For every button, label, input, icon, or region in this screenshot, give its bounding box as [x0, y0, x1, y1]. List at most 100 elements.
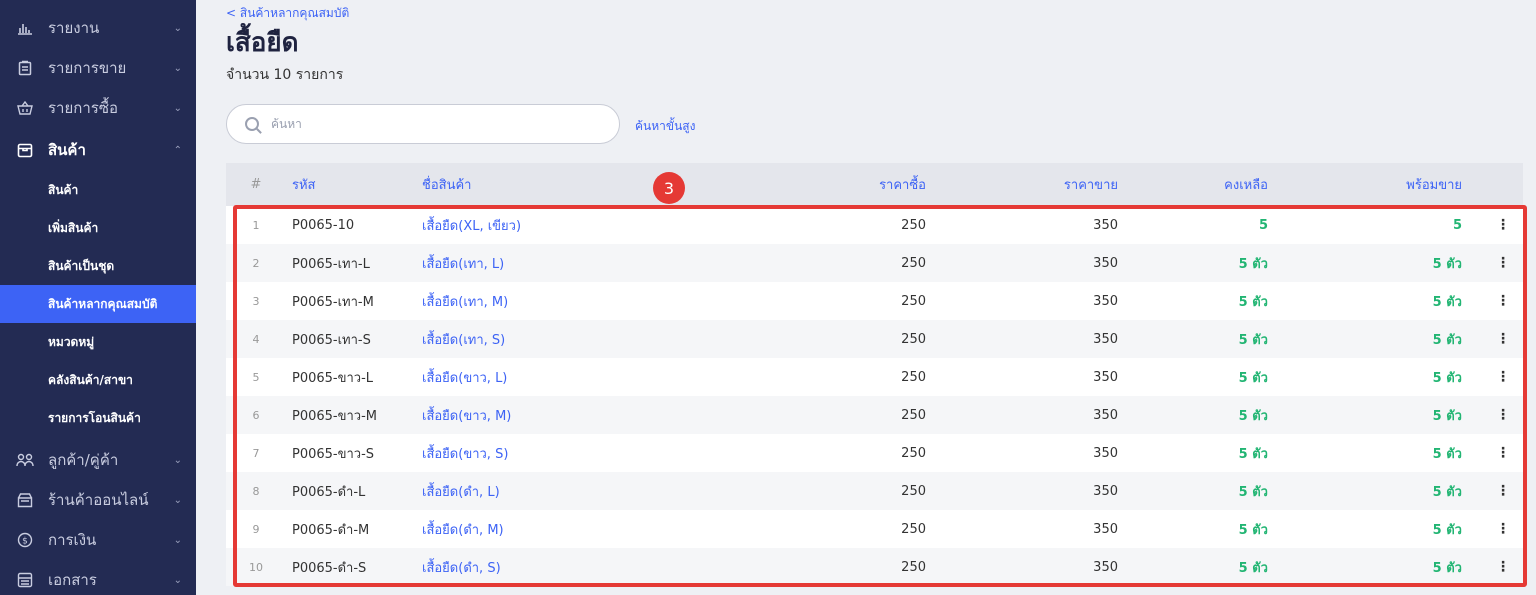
row-ready: 5 ตัว [1432, 522, 1462, 538]
more-options-icon[interactable]: ⋮ [1493, 206, 1513, 244]
main-content: < สินค้าหลากคุณสมบัติ เสื้อยืด จำนวน 10 … [196, 0, 1536, 595]
sidebar-subitem-transfers[interactable]: รายการโอนสินค้า [0, 399, 196, 437]
row-sell-price: 350 [1093, 521, 1118, 537]
row-buy-price: 250 [901, 255, 926, 271]
row-buy-price: 250 [901, 407, 926, 423]
row-name-link[interactable]: เสื้อยืด(ดำ, M) [422, 510, 504, 548]
row-code: P0065-10 [292, 217, 355, 233]
row-ready: 5 ตัว [1432, 332, 1462, 348]
header-code[interactable]: รหัส [292, 163, 316, 206]
search-input[interactable] [271, 117, 591, 131]
more-options-icon[interactable]: ⋮ [1493, 396, 1513, 434]
table-row[interactable]: 5 P0065-ขาว-L เสื้อยืด(ขาว, L) 250 350 5… [226, 358, 1523, 396]
sidebar-item-online-store[interactable]: ร้านค้าออนไลน์ ⌄ [0, 480, 196, 520]
row-sell-price: 350 [1093, 369, 1118, 385]
row-sell-price: 350 [1093, 293, 1118, 309]
row-remaining: 5 ตัว [1238, 370, 1268, 386]
table-row[interactable]: 7 P0065-ขาว-S เสื้อยืด(ขาว, S) 250 350 5… [226, 434, 1523, 472]
row-code: P0065-เทา-L [292, 256, 370, 272]
header-sell-price[interactable]: ราคาขาย [1018, 163, 1118, 206]
row-ready: 5 ตัว [1432, 446, 1462, 462]
table-row[interactable]: 10 P0065-ดำ-S เสื้อยืด(ดำ, S) 250 350 5 … [226, 548, 1523, 586]
more-options-icon[interactable]: ⋮ [1493, 472, 1513, 510]
row-name-link[interactable]: เสื้อยืด(ขาว, S) [422, 434, 508, 472]
sidebar-item-products[interactable]: สินค้า ⌃ [0, 130, 196, 170]
header-buy-price[interactable]: ราคาซื้อ [826, 163, 926, 206]
row-ready: 5 ตัว [1432, 408, 1462, 424]
more-options-icon[interactable]: ⋮ [1493, 434, 1513, 472]
row-num: 10 [249, 560, 263, 574]
more-options-icon[interactable]: ⋮ [1493, 548, 1513, 586]
table-row[interactable]: 6 P0065-ขาว-M เสื้อยืด(ขาว, M) 250 350 5… [226, 396, 1523, 434]
row-code: P0065-ขาว-M [292, 408, 378, 424]
table-row[interactable]: 3 P0065-เทา-M เสื้อยืด(เทา, M) 250 350 5… [226, 282, 1523, 320]
chevron-down-icon: ⌄ [173, 62, 182, 74]
sidebar-item-finance[interactable]: $ การเงิน ⌄ [0, 520, 196, 560]
more-options-icon[interactable]: ⋮ [1493, 510, 1513, 548]
row-buy-price: 250 [901, 521, 926, 537]
row-ready: 5 ตัว [1432, 484, 1462, 500]
row-name-link[interactable]: เสื้อยืด(ขาว, M) [422, 396, 511, 434]
sidebar-subitem-categories[interactable]: หมวดหมู่ [0, 323, 196, 361]
table-row[interactable]: 1 P0065-10 เสื้อยืด(XL, เขียว) 250 350 5… [226, 206, 1523, 244]
sidebar-item-documents[interactable]: เอกสาร ⌄ [0, 560, 196, 595]
table-row[interactable]: 9 P0065-ดำ-M เสื้อยืด(ดำ, M) 250 350 5 ต… [226, 510, 1523, 548]
row-remaining: 5 ตัว [1238, 522, 1268, 538]
row-code: P0065-ขาว-L [292, 370, 374, 386]
header-ready[interactable]: พร้อมขาย [1362, 163, 1462, 206]
product-table: # รหัส ชื่อสินค้า ราคาซื้อ ราคาขาย คงเหล… [226, 163, 1523, 586]
sidebar-item-purchase[interactable]: รายการซื้อ ⌄ [0, 88, 196, 128]
svg-text:$: $ [22, 537, 28, 547]
row-name-link[interactable]: เสื้อยืด(XL, เขียว) [422, 206, 521, 244]
sidebar-subitem-warehouse[interactable]: คลังสินค้า/สาขา [0, 361, 196, 399]
page-title: เสื้อยืด [226, 28, 299, 58]
row-name-link[interactable]: เสื้อยืด(ดำ, L) [422, 472, 500, 510]
more-options-icon[interactable]: ⋮ [1493, 358, 1513, 396]
step-marker: 3 [653, 172, 685, 204]
table-row[interactable]: 8 P0065-ดำ-L เสื้อยืด(ดำ, L) 250 350 5 ต… [226, 472, 1523, 510]
sidebar-item-label: รายการซื้อ [48, 99, 119, 117]
sidebar: รายงาน ⌄ รายการขาย ⌄ รายการซื้อ ⌄ สินค้า… [0, 0, 196, 595]
sidebar-item-label: รายงาน [48, 19, 100, 37]
row-code: P0065-เทา-S [292, 332, 371, 348]
header-name[interactable]: ชื่อสินค้า [422, 163, 471, 206]
sidebar-item-report[interactable]: รายงาน ⌄ [0, 8, 196, 48]
more-options-icon[interactable]: ⋮ [1493, 282, 1513, 320]
more-options-icon[interactable]: ⋮ [1493, 320, 1513, 358]
row-name-link[interactable]: เสื้อยืด(ขาว, L) [422, 358, 507, 396]
breadcrumb[interactable]: < สินค้าหลากคุณสมบัติ [226, 4, 349, 23]
more-options-icon[interactable]: ⋮ [1493, 244, 1513, 282]
advanced-search-link[interactable]: ค้นหาขั้นสูง [635, 117, 695, 136]
row-buy-price: 250 [901, 293, 926, 309]
row-num: 6 [252, 408, 260, 422]
row-code: P0065-ดำ-S [292, 560, 367, 576]
sidebar-subitem-add-product[interactable]: เพิ่มสินค้า [0, 209, 196, 247]
row-ready: 5 ตัว [1432, 370, 1462, 386]
row-name-link[interactable]: เสื้อยืด(เทา, S) [422, 320, 505, 358]
sidebar-subitem-product-bundle[interactable]: สินค้าเป็นชุด [0, 247, 196, 285]
row-sell-price: 350 [1093, 559, 1118, 575]
search-box [226, 104, 620, 144]
users-icon [16, 451, 34, 469]
sidebar-item-sales[interactable]: รายการขาย ⌄ [0, 48, 196, 88]
row-num: 3 [252, 294, 260, 308]
row-remaining: 5 ตัว [1238, 332, 1268, 348]
sidebar-item-customers[interactable]: ลูกค้า/คู่ค้า ⌄ [0, 440, 196, 480]
row-name-link[interactable]: เสื้อยืด(เทา, L) [422, 244, 504, 282]
row-name-link[interactable]: เสื้อยืด(ดำ, S) [422, 548, 501, 586]
table-row[interactable]: 4 P0065-เทา-S เสื้อยืด(เทา, S) 250 350 5… [226, 320, 1523, 358]
header-remaining[interactable]: คงเหลือ [1168, 163, 1268, 206]
sidebar-subitem-variant-products[interactable]: สินค้าหลากคุณสมบัติ [0, 285, 196, 323]
row-ready: 5 ตัว [1432, 294, 1462, 310]
row-sell-price: 350 [1093, 331, 1118, 347]
row-code: P0065-ดำ-M [292, 522, 370, 538]
row-num: 2 [252, 256, 260, 270]
header-num: # [250, 177, 262, 192]
row-name-link[interactable]: เสื้อยืด(เทา, M) [422, 282, 508, 320]
row-buy-price: 250 [901, 559, 926, 575]
table-row[interactable]: 2 P0065-เทา-L เสื้อยืด(เทา, L) 250 350 5… [226, 244, 1523, 282]
sidebar-subitem-products[interactable]: สินค้า [0, 171, 196, 209]
row-sell-price: 350 [1093, 217, 1118, 233]
sidebar-item-label: สินค้า [48, 141, 86, 159]
row-ready: 5 ตัว [1432, 256, 1462, 272]
